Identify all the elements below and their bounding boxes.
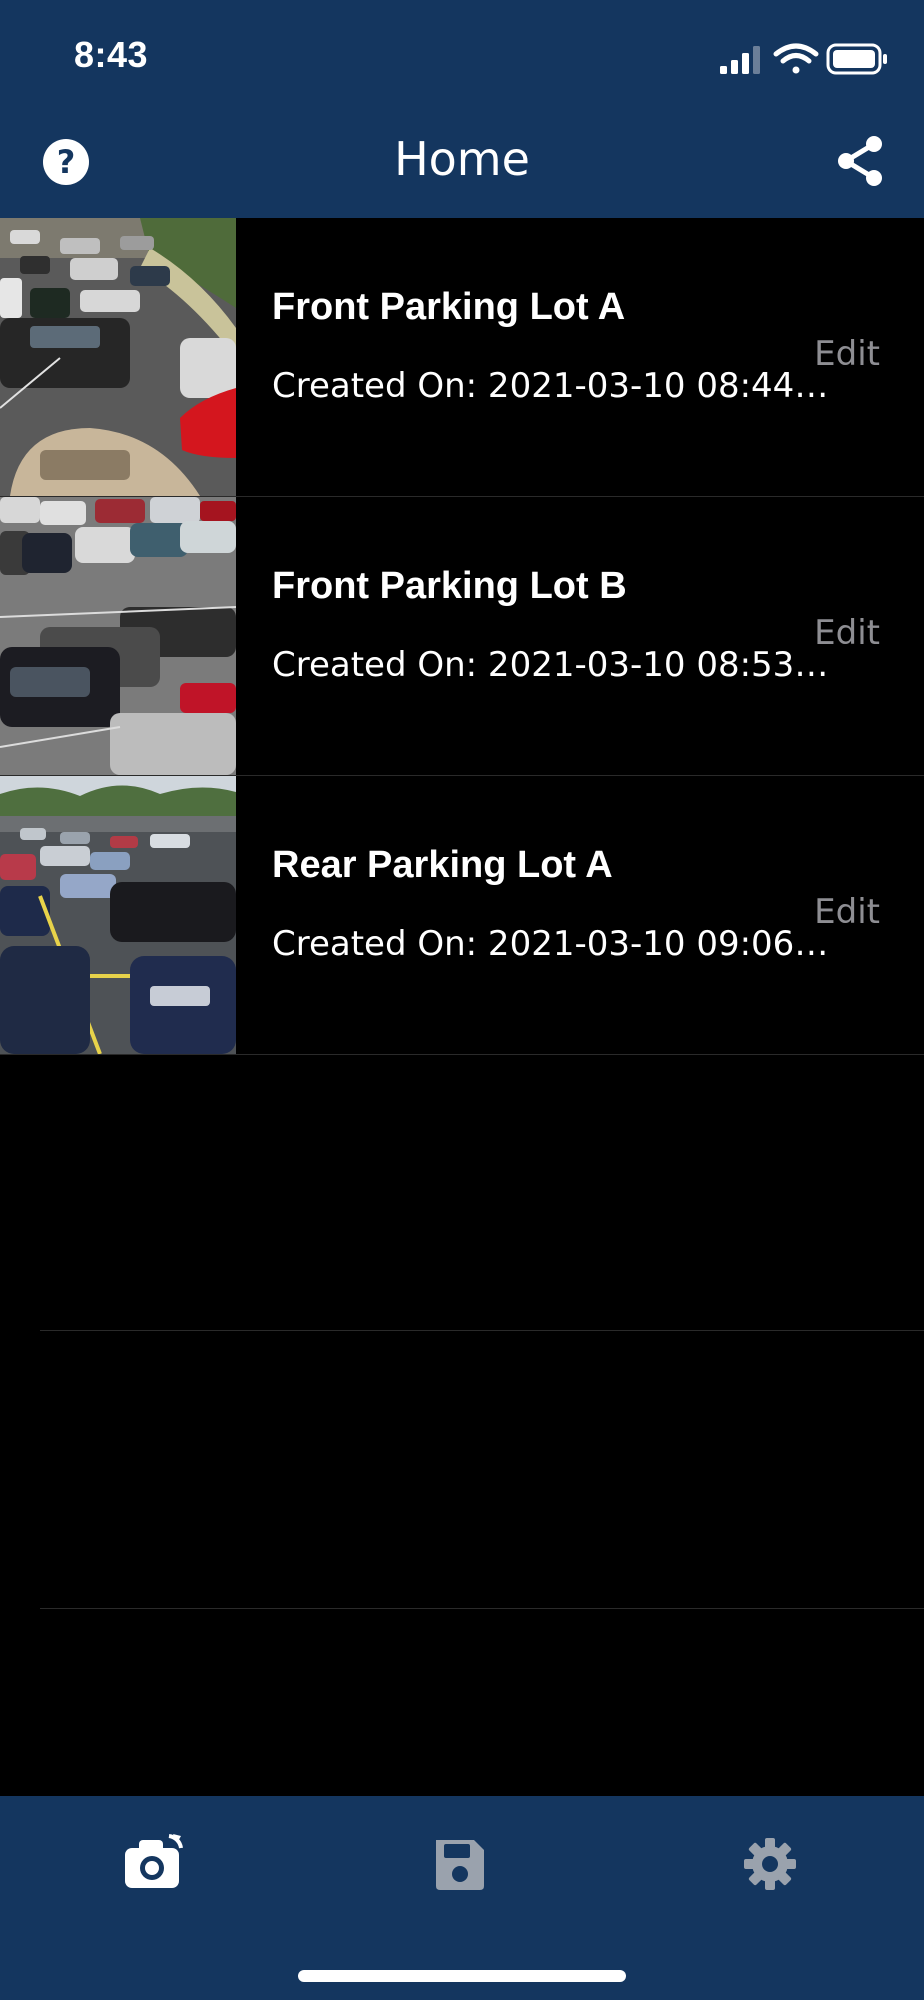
wifi-icon: [773, 43, 819, 74]
navigation-bar: ? Home: [0, 110, 924, 219]
created-on-text: Created On: 2021-03-10 08:53:…: [272, 645, 832, 685]
parking-lot-thumbnail: [0, 497, 236, 775]
edit-button[interactable]: Edit: [814, 334, 880, 374]
home-indicator: [298, 1970, 626, 1982]
status-bar: 8:43: [0, 0, 924, 110]
edit-button[interactable]: Edit: [814, 892, 880, 932]
signal-icon: [720, 46, 760, 74]
save-icon[interactable]: [428, 1834, 492, 1894]
list-item[interactable]: Rear Parking Lot A Created On: 2021-03-1…: [0, 776, 924, 1055]
gear-icon[interactable]: [738, 1834, 802, 1894]
created-on-text: Created On: 2021-03-10 09:06:…: [272, 924, 832, 964]
share-icon[interactable]: [834, 134, 886, 188]
edit-button[interactable]: Edit: [814, 613, 880, 653]
camera-icon[interactable]: [121, 1834, 185, 1894]
empty-row-separator: [40, 1608, 924, 1609]
camera-list: Front Parking Lot A Created On: 2021-03-…: [0, 218, 924, 1055]
page-title: Home: [394, 132, 530, 186]
status-icons: [720, 43, 887, 75]
list-item[interactable]: Front Parking Lot A Created On: 2021-03-…: [0, 218, 924, 497]
camera-name: Front Parking Lot A: [272, 286, 626, 328]
parking-lot-thumbnail: [0, 218, 236, 496]
battery-icon: [826, 43, 887, 75]
status-time: 8:43: [74, 34, 149, 75]
created-on-text: Created On: 2021-03-10 08:44:…: [272, 366, 832, 406]
camera-name: Rear Parking Lot A: [272, 844, 613, 886]
empty-row-separator: [40, 1330, 924, 1331]
camera-name: Front Parking Lot B: [272, 565, 627, 607]
parking-lot-thumbnail: [0, 776, 236, 1054]
list-item[interactable]: Front Parking Lot B Created On: 2021-03-…: [0, 497, 924, 776]
